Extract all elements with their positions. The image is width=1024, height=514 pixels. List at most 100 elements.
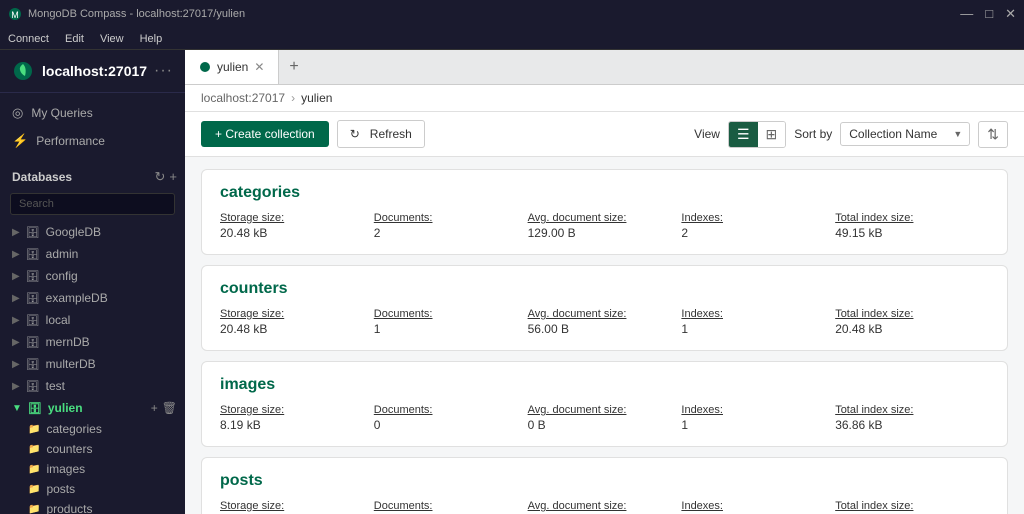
- db-icon: 🗄: [26, 226, 40, 239]
- create-collection-button[interactable]: + Create collection: [201, 121, 329, 147]
- add-collection-icon[interactable]: +: [151, 401, 158, 415]
- minimize-button[interactable]: —: [960, 6, 973, 22]
- db-icon: 🗄: [26, 248, 40, 261]
- refresh-databases-icon[interactable]: ↻: [155, 169, 166, 185]
- collection-label: posts: [46, 482, 75, 496]
- menu-view[interactable]: View: [100, 33, 124, 45]
- sidebar-item-label: Performance: [36, 134, 105, 148]
- connection-label[interactable]: localhost:27017: [42, 63, 147, 79]
- stat-value: 129.00 B: [528, 226, 682, 240]
- stat-value: 1: [374, 322, 528, 336]
- menu-connect[interactable]: Connect: [8, 33, 49, 45]
- list-view-button[interactable]: ☰: [729, 122, 758, 147]
- collection-card-posts[interactable]: posts Storage size: 4.10 kB Documents: 0…: [201, 457, 1008, 514]
- db-icon: 🗄: [26, 270, 40, 283]
- collection-item-counters[interactable]: 📁 counters: [0, 439, 185, 459]
- chevron-icon: ▶: [12, 337, 20, 348]
- db-icon: 🗄: [26, 292, 40, 305]
- db-item-local[interactable]: ▶ 🗄 local: [0, 309, 185, 331]
- collection-item-images[interactable]: 📁 images: [0, 459, 185, 479]
- breadcrumb-separator: ›: [291, 91, 295, 105]
- breadcrumb-host[interactable]: localhost:27017: [201, 91, 285, 105]
- collection-item-products[interactable]: 📁 products: [0, 499, 185, 514]
- breadcrumb: localhost:27017 › yulien: [185, 85, 1024, 112]
- db-label: local: [46, 313, 71, 327]
- databases-actions: ↻ +: [155, 169, 178, 185]
- collection-name: categories: [220, 184, 989, 202]
- db-label: admin: [46, 247, 79, 261]
- collection-card-counters[interactable]: counters Storage size: 20.48 kB Document…: [201, 265, 1008, 351]
- chevron-icon: ▶: [12, 249, 20, 260]
- maximize-button[interactable]: □: [985, 6, 993, 22]
- sidebar-item-performance[interactable]: ⚡ Performance: [0, 127, 185, 155]
- delete-database-icon[interactable]: 🗑: [162, 401, 177, 415]
- collection-name: images: [220, 376, 989, 394]
- stat-label: Storage size:: [220, 404, 374, 416]
- db-item-GoogleDB[interactable]: ▶ 🗄 GoogleDB: [0, 221, 185, 243]
- menu-help[interactable]: Help: [140, 33, 163, 45]
- db-label: GoogleDB: [46, 225, 101, 239]
- sort-filter-button[interactable]: ⇅: [978, 121, 1008, 148]
- search-input[interactable]: [10, 193, 175, 215]
- collection-item-categories[interactable]: 📁 categories: [0, 419, 185, 439]
- stat-avg-doc: Avg. document size: 0 B: [528, 500, 682, 514]
- collection-folder-icon: 📁: [28, 464, 40, 475]
- close-button[interactable]: ✕: [1005, 6, 1016, 22]
- collection-stats: Storage size: 20.48 kB Documents: 1 Avg.…: [220, 308, 989, 336]
- db-item-admin[interactable]: ▶ 🗄 admin: [0, 243, 185, 265]
- chevron-icon: ▶: [12, 359, 20, 370]
- stat-total-index: Total index size: 36.86 kB: [835, 404, 989, 432]
- stat-total-index: Total index size: 20.48 kB: [835, 308, 989, 336]
- collection-item-posts[interactable]: 📁 posts: [0, 479, 185, 499]
- tab-yulien[interactable]: yulien ✕: [185, 50, 279, 84]
- add-database-icon[interactable]: +: [169, 169, 177, 185]
- db-item-mernDB[interactable]: ▶ 🗄 mernDB: [0, 331, 185, 353]
- collection-card-categories[interactable]: categories Storage size: 20.48 kB Docume…: [201, 169, 1008, 255]
- menu-edit[interactable]: Edit: [65, 33, 84, 45]
- stat-avg-doc: Avg. document size: 129.00 B: [528, 212, 682, 240]
- db-item-exampleDB[interactable]: ▶ 🗄 exampleDB: [0, 287, 185, 309]
- connection-more-button[interactable]: ···: [154, 62, 173, 80]
- stat-label: Documents:: [374, 308, 528, 320]
- chevron-icon: ▶: [12, 315, 20, 326]
- toolbar: + Create collection ↻Refresh View ☰ ⊞ So…: [185, 112, 1024, 157]
- sort-select[interactable]: Collection Name Storage Size Documents: [840, 122, 970, 146]
- chevron-icon: ▶: [12, 381, 20, 392]
- db-label: config: [46, 269, 78, 283]
- stat-label: Total index size:: [835, 500, 989, 512]
- db-item-multerDB[interactable]: ▶ 🗄 multerDB: [0, 353, 185, 375]
- collection-card-images[interactable]: images Storage size: 8.19 kB Documents: …: [201, 361, 1008, 447]
- chevron-icon: ▶: [12, 271, 20, 282]
- db-yulien-left[interactable]: ▼ 🗄 yulien: [12, 401, 151, 415]
- stat-label: Indexes:: [681, 500, 835, 512]
- sidebar: localhost:27017 ··· ◎ My Queries ⚡ Perfo…: [0, 50, 185, 514]
- tab-bar: yulien ✕ +: [185, 50, 1024, 85]
- stat-value: 1: [681, 418, 835, 432]
- db-yulien-actions: + 🗑: [151, 401, 177, 415]
- collection-folder-icon: 📁: [28, 444, 40, 455]
- db-item-config[interactable]: ▶ 🗄 config: [0, 265, 185, 287]
- chevron-down-icon: ▼: [12, 403, 22, 414]
- db-item-yulien[interactable]: ▼ 🗄 yulien + 🗑: [0, 397, 185, 419]
- sidebar-item-my-queries[interactable]: ◎ My Queries: [0, 99, 185, 127]
- stat-indexes: Indexes: 2: [681, 212, 835, 240]
- db-label: multerDB: [46, 357, 96, 371]
- db-item-test[interactable]: ▶ 🗄 test: [0, 375, 185, 397]
- tab-close-button[interactable]: ✕: [254, 60, 264, 74]
- collection-stats: Storage size: 4.10 kB Documents: 0 Avg. …: [220, 500, 989, 514]
- refresh-label: Refresh: [370, 127, 412, 141]
- leaf-icon: [12, 60, 34, 82]
- stat-indexes: Indexes: 1: [681, 308, 835, 336]
- grid-view-button[interactable]: ⊞: [758, 122, 786, 147]
- stat-label: Indexes:: [681, 404, 835, 416]
- databases-label[interactable]: Databases: [12, 170, 72, 184]
- refresh-button[interactable]: ↻Refresh: [337, 120, 425, 148]
- stat-value: 1: [681, 322, 835, 336]
- app-body: localhost:27017 ··· ◎ My Queries ⚡ Perfo…: [0, 50, 1024, 514]
- stat-label: Total index size:: [835, 404, 989, 416]
- stat-total-index: Total index size: 4.10 kB: [835, 500, 989, 514]
- stat-value: 36.86 kB: [835, 418, 989, 432]
- titlebar-controls[interactable]: — □ ✕: [960, 6, 1016, 22]
- db-label: yulien: [48, 401, 83, 415]
- new-tab-button[interactable]: +: [279, 52, 308, 82]
